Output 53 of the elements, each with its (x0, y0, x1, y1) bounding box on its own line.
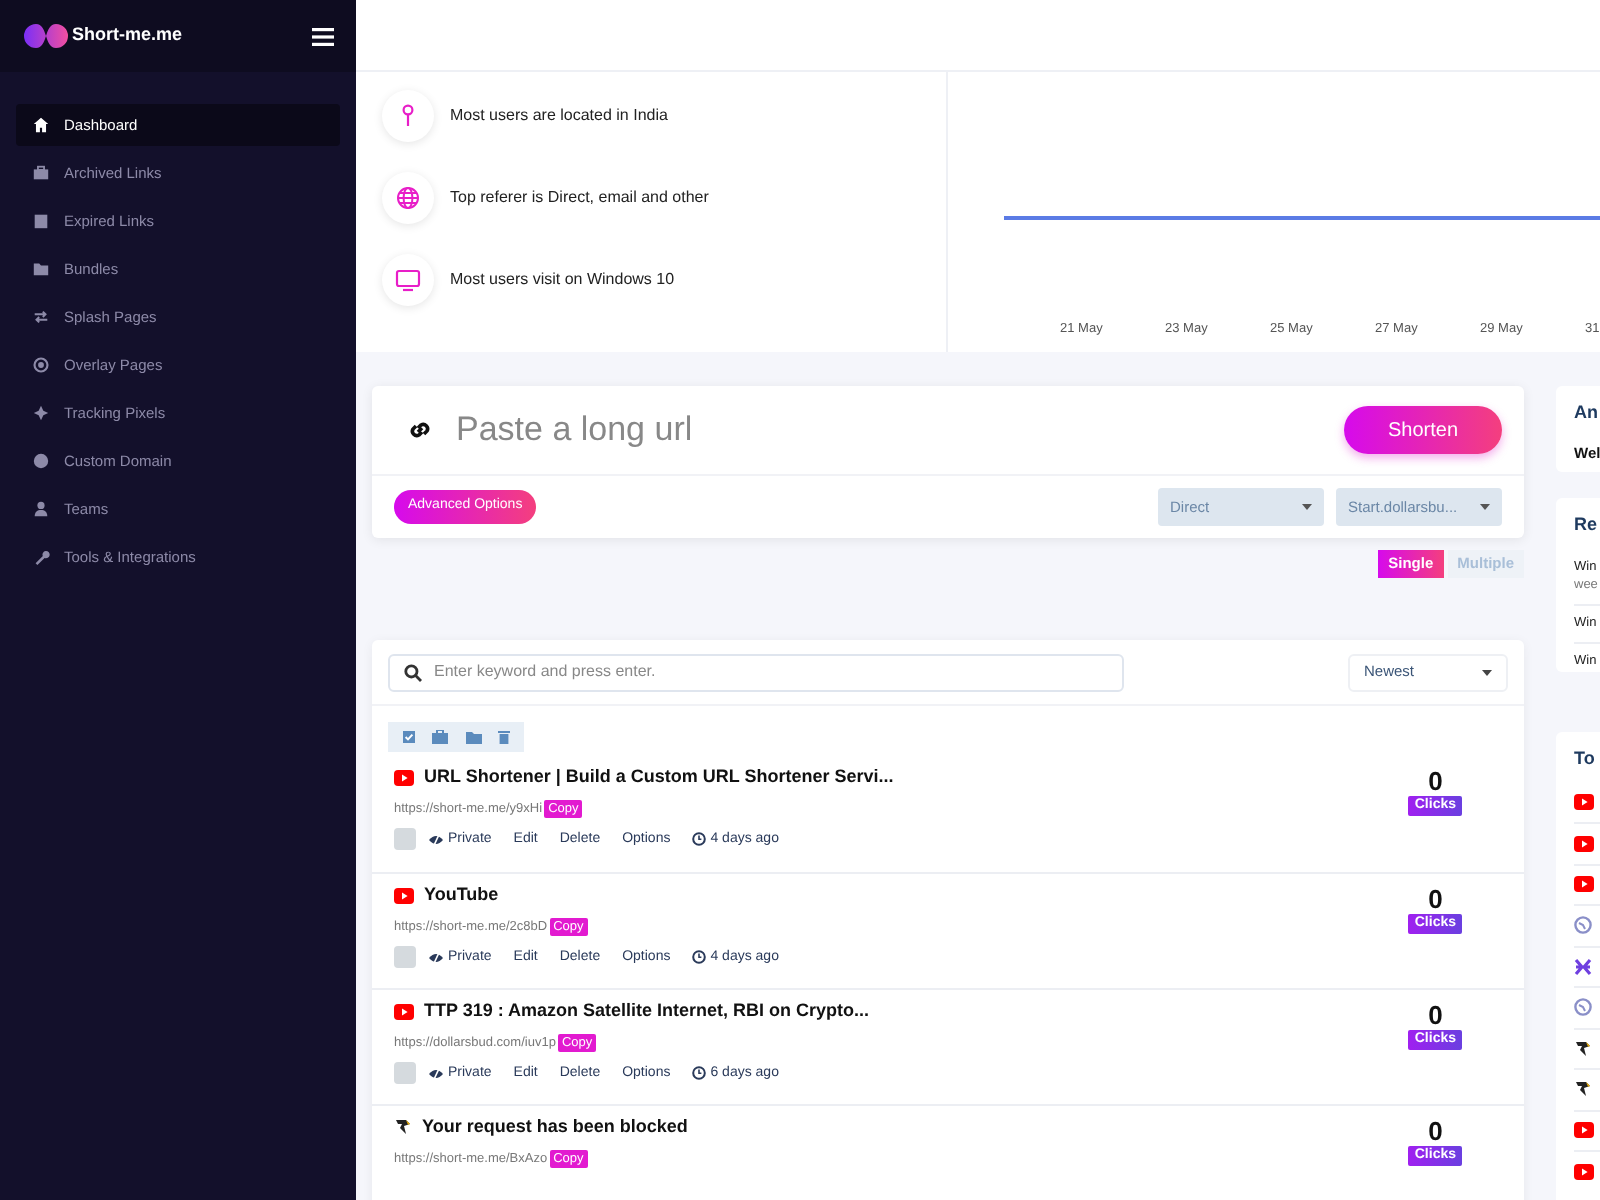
insight-text: Top referer is Direct, email and other (450, 186, 709, 210)
video-play-icon (1574, 835, 1594, 852)
pin-icon (382, 90, 434, 142)
video-play-icon (394, 1003, 414, 1020)
video-play-icon (394, 769, 414, 786)
card-title: An (1574, 400, 1600, 426)
link-title[interactable]: Your request has been blocked (422, 1114, 688, 1141)
folder-icon[interactable] (465, 731, 482, 743)
trash-icon[interactable] (497, 730, 510, 744)
clock-icon (692, 950, 707, 965)
video-play-icon (1574, 1163, 1594, 1180)
clock-icon (692, 832, 707, 847)
link-title[interactable]: TTP 319 : Amazon Satellite Internet, RBI on Crypto... (424, 998, 870, 1025)
search-field[interactable]: Enter keyword and press enter. (388, 653, 1124, 691)
eye-slash-icon (428, 833, 444, 846)
briefcase-icon (32, 164, 50, 182)
insight-text: Most users visit on Windows 10 (450, 268, 675, 292)
brand-name: Short-me.me (72, 22, 183, 49)
video-play-icon (394, 887, 414, 904)
caret-icon (1482, 669, 1492, 675)
video-play-icon (1574, 1122, 1594, 1139)
row-checkbox[interactable] (394, 828, 416, 851)
eye-slash-icon (428, 951, 444, 964)
folder-icon (32, 260, 50, 278)
user-icon (32, 500, 50, 518)
search-input[interactable]: Enter keyword and press enter. (434, 660, 1108, 684)
link-title[interactable]: YouTube (424, 882, 499, 909)
video-play-icon (1574, 793, 1594, 810)
click-count: 0 (1428, 766, 1443, 796)
card-title: Re (1574, 512, 1600, 538)
insight-text: Most users are located in India (450, 104, 668, 128)
shorten-button[interactable]: Shorten (1344, 406, 1502, 454)
row-checkbox[interactable] (394, 946, 416, 969)
checkbox-icon[interactable] (402, 730, 417, 744)
home-icon (32, 116, 50, 134)
menu-icon[interactable] (312, 27, 334, 45)
target-icon (32, 356, 50, 374)
search-icon (404, 663, 422, 681)
eye-slash-icon (428, 1067, 444, 1080)
click-count: 0 (1428, 1116, 1443, 1146)
row-checkbox[interactable] (394, 1062, 416, 1085)
arrows-icon (32, 308, 50, 326)
monitor-icon (382, 254, 434, 306)
card-title: To (1574, 746, 1597, 772)
click-count: 0 (1428, 884, 1443, 914)
logo-icon (22, 22, 70, 50)
video-play-icon (1574, 876, 1594, 893)
click-count: 0 (1428, 1000, 1443, 1030)
link-title[interactable]: URL Shortener | Build a Custom URL Shortener Servi... (424, 764, 894, 791)
caret-icon (1302, 504, 1312, 510)
caret-icon (1480, 504, 1490, 510)
clock-icon (692, 1066, 707, 1081)
briefcase-icon[interactable] (432, 730, 449, 744)
